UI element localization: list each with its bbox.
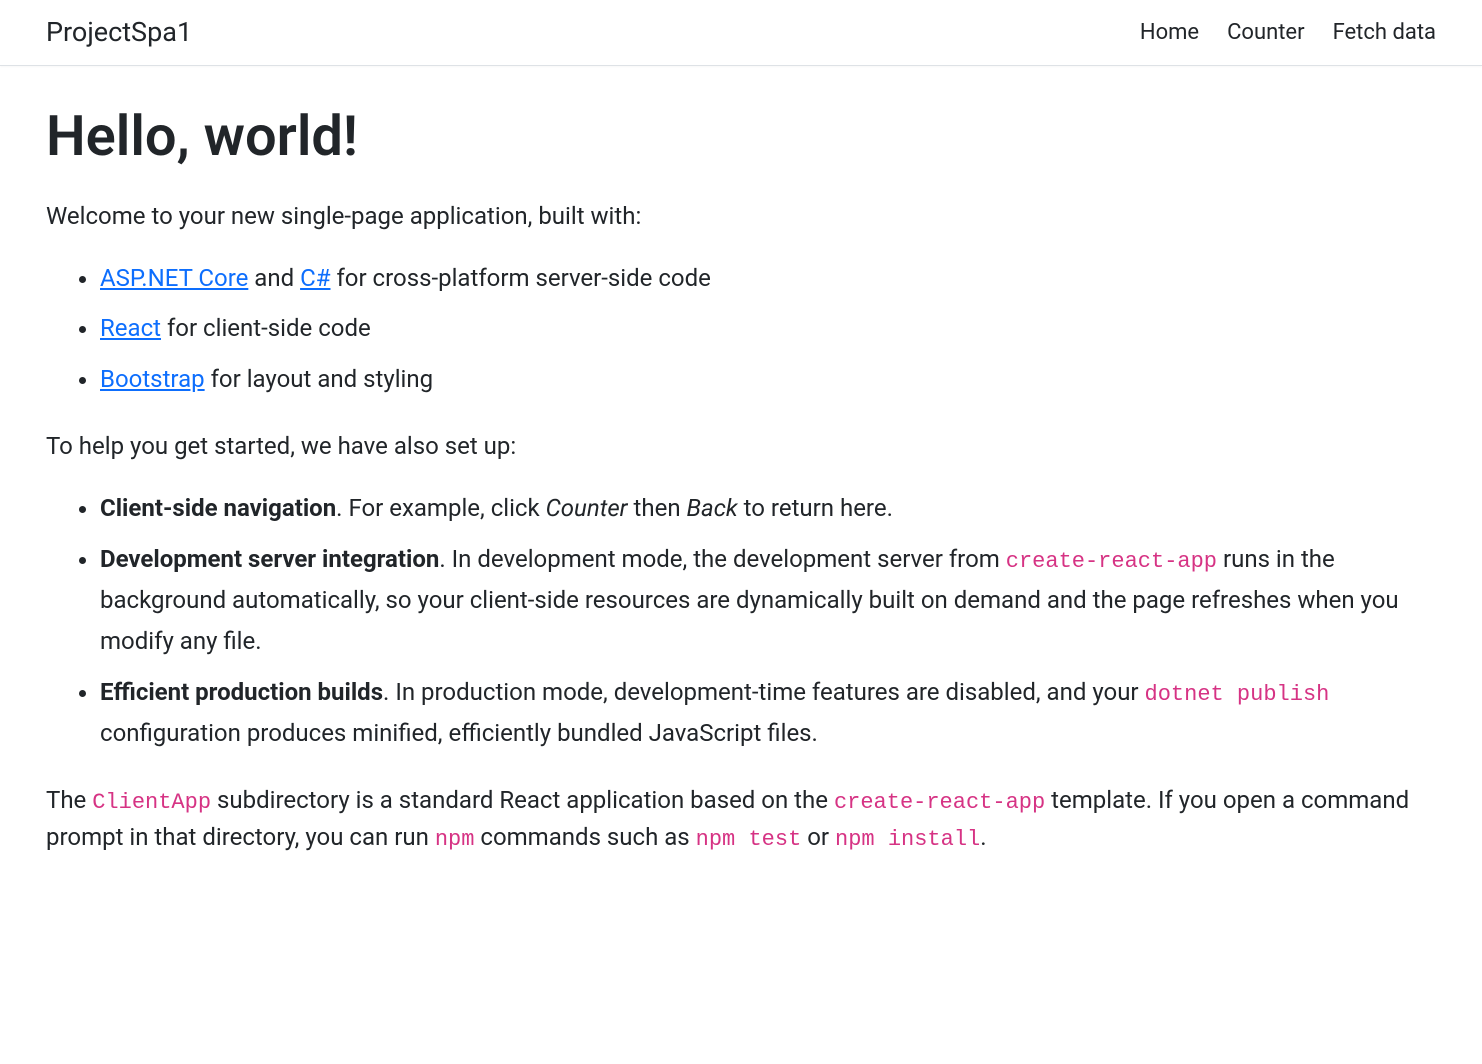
em-text: Counter: [546, 494, 628, 522]
link-react[interactable]: React: [100, 314, 161, 342]
bold-text: Client-side navigation: [100, 494, 336, 522]
list-item: Efficient production builds. In producti…: [100, 672, 1436, 754]
nav-link-fetch-data[interactable]: Fetch data: [1333, 20, 1436, 45]
code-text: dotnet publish: [1145, 682, 1330, 707]
text: for cross-platform server-side code: [330, 264, 710, 292]
text: for layout and styling: [205, 365, 433, 393]
text: . In production mode, development-time f…: [383, 678, 1144, 706]
bold-text: Development server integration: [100, 545, 439, 573]
list-item: Bootstrap for layout and styling: [100, 359, 1436, 400]
list-item: Development server integration. In devel…: [100, 539, 1436, 662]
text: .: [980, 823, 986, 851]
text: to return here.: [738, 494, 893, 522]
navbar-brand[interactable]: ProjectSpa1: [46, 12, 192, 53]
text: or: [801, 823, 835, 851]
text: commands such as: [474, 823, 695, 851]
bold-text: Efficient production builds: [100, 678, 383, 706]
text: configuration produces minified, efficie…: [100, 719, 818, 747]
tech-list: ASP.NET Core and C# for cross-platform s…: [46, 258, 1436, 400]
text: then: [628, 494, 687, 522]
navbar: ProjectSpa1 Home Counter Fetch data: [0, 0, 1482, 66]
link-csharp[interactable]: C#: [300, 264, 330, 292]
text: The: [46, 786, 92, 814]
code-text: ClientApp: [92, 790, 211, 815]
navbar-nav: Home Counter Fetch data: [1140, 16, 1436, 49]
setup-intro-text: To help you get started, we have also se…: [46, 428, 1436, 464]
footer-paragraph: The ClientApp subdirectory is a standard…: [46, 782, 1436, 856]
link-bootstrap[interactable]: Bootstrap: [100, 365, 205, 393]
link-aspnet-core[interactable]: ASP.NET Core: [100, 264, 248, 292]
page-title: Hello, world!: [46, 94, 1436, 178]
text: and: [248, 264, 300, 292]
setup-list: Client-side navigation. For example, cli…: [46, 488, 1436, 754]
em-text: Back: [687, 494, 738, 522]
code-text: npm install: [835, 827, 980, 852]
main-container: Hello, world! Welcome to your new single…: [0, 66, 1482, 908]
text: subdirectory is a standard React applica…: [211, 786, 834, 814]
code-text: npm test: [696, 827, 802, 852]
text: . For example, click: [336, 494, 545, 522]
text: . In development mode, the development s…: [439, 545, 1005, 573]
text: for client-side code: [161, 314, 371, 342]
code-text: create-react-app: [834, 790, 1045, 815]
nav-link-home[interactable]: Home: [1140, 20, 1199, 45]
welcome-text: Welcome to your new single-page applicat…: [46, 198, 1436, 234]
code-text: create-react-app: [1006, 549, 1217, 574]
code-text: npm: [435, 827, 475, 852]
list-item: React for client-side code: [100, 308, 1436, 349]
list-item: Client-side navigation. For example, cli…: [100, 488, 1436, 529]
nav-link-counter[interactable]: Counter: [1227, 20, 1304, 45]
list-item: ASP.NET Core and C# for cross-platform s…: [100, 258, 1436, 299]
